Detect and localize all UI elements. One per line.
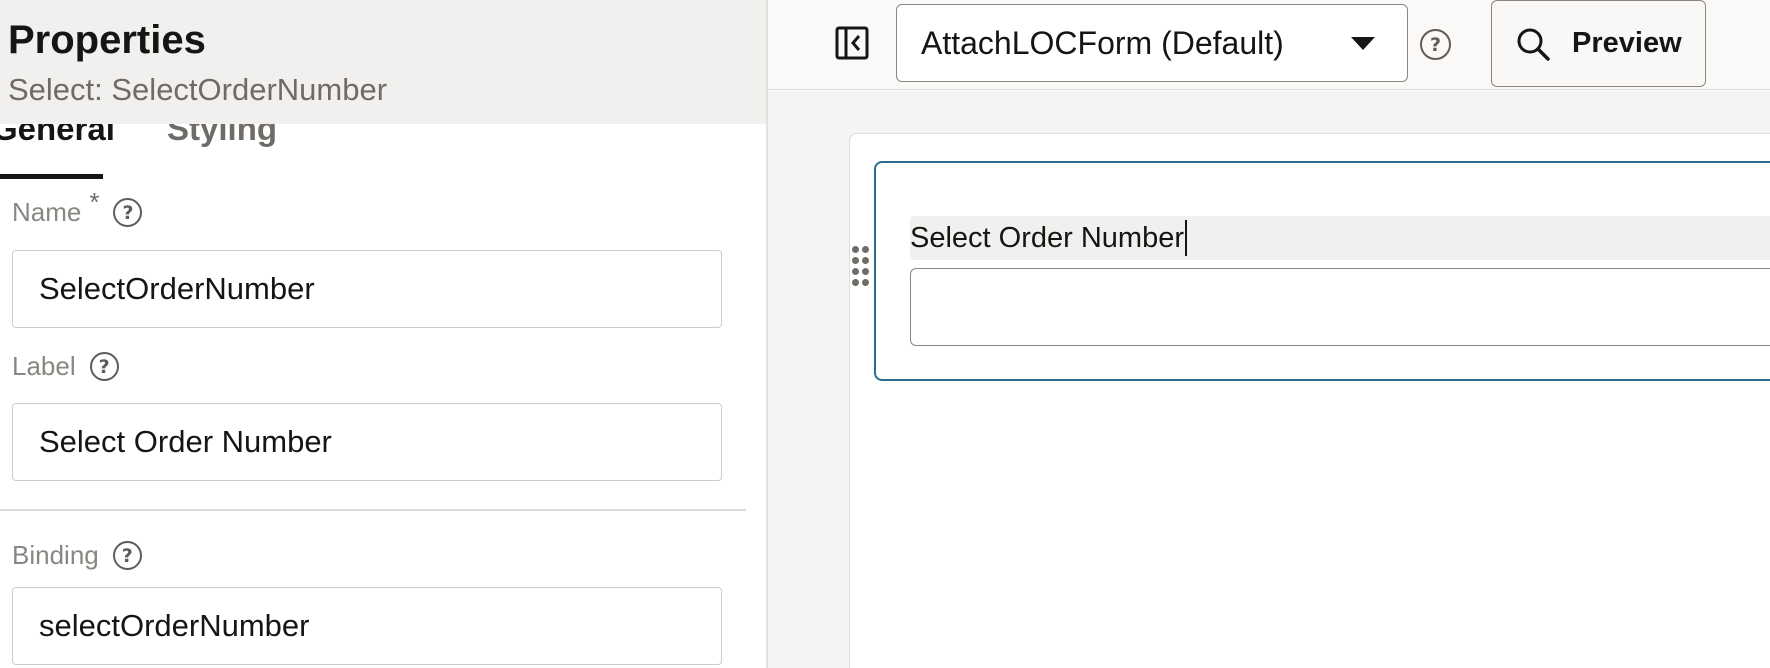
properties-panel: Properties Select: SelectOrderNumber Gen… <box>0 0 766 668</box>
text-cursor <box>1185 220 1187 256</box>
active-tab-indicator <box>0 174 103 179</box>
required-marker: * <box>89 187 100 217</box>
label-input[interactable] <box>12 403 722 481</box>
section-divider <box>0 509 746 511</box>
name-input[interactable] <box>12 250 722 328</box>
binding-input[interactable] <box>12 587 722 665</box>
binding-label-text: Binding <box>12 540 99 570</box>
caret-down-icon <box>1351 36 1375 50</box>
name-label-text: Name <box>12 197 82 227</box>
properties-subtitle: Select: SelectOrderNumber <box>8 72 388 107</box>
preview-label: Preview <box>1572 27 1682 59</box>
question-circle-icon[interactable]: ? <box>113 198 143 227</box>
component-label: Select Order Number <box>910 221 1184 254</box>
component-label-editor[interactable]: Select Order Number <box>910 216 1770 260</box>
binding-field-label: Binding ? <box>12 540 142 571</box>
order-number-select[interactable] <box>910 268 1770 346</box>
form-select-value: AttachLOCForm (Default) <box>921 24 1284 61</box>
label-field-label: Label ? <box>12 351 119 382</box>
app-root: Properties Select: SelectOrderNumber Gen… <box>0 0 1770 668</box>
properties-title: Properties <box>8 18 206 62</box>
preview-button[interactable]: Preview <box>1491 0 1706 87</box>
panel-collapse-left-icon[interactable] <box>835 26 869 60</box>
question-circle-icon[interactable]: ? <box>112 541 142 570</box>
form-variant-select[interactable]: AttachLOCForm (Default) <box>896 4 1408 82</box>
search-icon <box>1517 28 1550 61</box>
question-circle-icon[interactable]: ? <box>89 352 119 381</box>
name-field-label: Name * ? <box>12 187 143 228</box>
label-label-text: Label <box>12 351 76 381</box>
question-circle-icon[interactable]: ? <box>1420 29 1451 60</box>
drag-handle-icon[interactable] <box>852 246 872 288</box>
properties-header: Properties Select: SelectOrderNumber <box>0 0 766 124</box>
